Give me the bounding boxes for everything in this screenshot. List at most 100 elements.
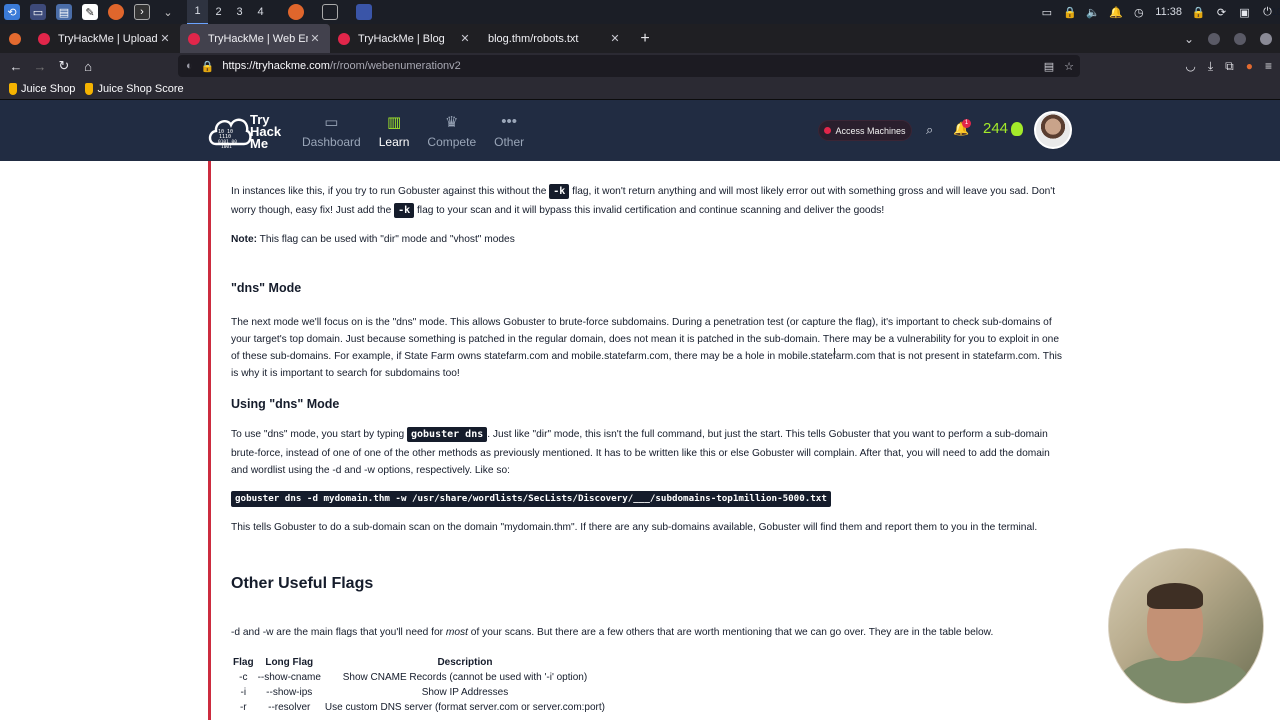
nav-label: Other: [494, 134, 525, 149]
close-icon[interactable]: ✕: [158, 32, 172, 45]
firefox-view-icon[interactable]: [0, 24, 30, 53]
refresh-icon[interactable]: ⟳: [1215, 6, 1228, 19]
folder-icon[interactable]: ▤: [56, 4, 72, 20]
window-controls: ⌄: [1184, 24, 1272, 53]
nav-learn[interactable]: ▥ Learn: [379, 100, 410, 161]
table-row: -r --resolver Use custom DNS server (for…: [239, 702, 605, 713]
close-icon[interactable]: ✕: [458, 32, 472, 45]
dns-paragraph-line-2: your target's top domain. Just because s…: [231, 334, 1059, 345]
url-host: https://tryhackme.com: [222, 60, 330, 72]
new-tab-button[interactable]: +: [630, 24, 660, 53]
tab-web-enumeration[interactable]: TryHackMe | Web Enumeration ✕: [180, 24, 330, 53]
text-editor-icon[interactable]: ✎: [82, 4, 98, 20]
clock-icon: ◷: [1133, 6, 1144, 19]
bookmark-star-icon[interactable]: ☆: [1064, 60, 1074, 73]
notification-badge: 1: [962, 119, 971, 128]
reload-icon[interactable]: ↻: [52, 54, 76, 78]
notifications-button[interactable]: 🔔 1: [953, 119, 971, 137]
tryhackme-badge-icon: ☁: [1238, 678, 1260, 700]
forward-arrow-icon[interactable]: →: [28, 54, 52, 78]
reader-view-icon[interactable]: ▤: [1044, 60, 1054, 73]
url-path: /r/room/webenumerationv2: [329, 60, 461, 72]
desktop-icon[interactable]: ▭: [30, 4, 46, 20]
bookmark-juice-shop-score[interactable]: Juice Shop Score: [85, 83, 184, 95]
flame-icon: [1011, 121, 1024, 136]
table-header: Description: [437, 657, 493, 668]
minimize-button[interactable]: [1208, 32, 1220, 45]
close-window-button[interactable]: [1260, 32, 1272, 45]
nav-dashboard[interactable]: ▭ Dashboard: [302, 100, 361, 161]
taskbar-firefox-icon[interactable]: [288, 4, 304, 20]
svg-text:1001: 1001: [221, 144, 232, 150]
taskbar-app-icon[interactable]: [356, 4, 372, 20]
dns-mode-heading: "dns" Mode: [231, 281, 302, 295]
search-icon[interactable]: ⌕: [926, 122, 933, 138]
clock-time: 11:38: [1155, 6, 1182, 18]
dashboard-icon: ▭: [324, 113, 339, 131]
cloud-logo-icon: 10 10 1110 0101 00 1001: [208, 118, 252, 150]
inline-code-k: -k: [549, 184, 570, 199]
streak-counter[interactable]: 244: [983, 120, 1024, 137]
more-icon: •••: [501, 112, 518, 130]
juice-icon: [85, 83, 94, 95]
os-tray: ▭ 🔒 10.9.3.30 🔈 🔔 ◷ 11:38 🔒 ⟳ ▣ ⏻: [1040, 0, 1280, 24]
chevron-down-icon[interactable]: ⌄: [160, 4, 176, 20]
using-paragraph-line-2: brute-force, instead of one of one of th…: [231, 448, 1050, 459]
avatar[interactable]: [1034, 111, 1072, 149]
workspace-4[interactable]: 4: [250, 0, 271, 24]
close-icon[interactable]: ✕: [608, 32, 622, 45]
tab-upload-vulnerabilities[interactable]: TryHackMe | Upload Vulnerabi ✕: [30, 24, 180, 53]
nav-label: Learn: [378, 134, 410, 149]
table-header-row: Flag Long Flag Description: [231, 655, 607, 670]
tab-title: TryHackMe | Web Enumeration: [208, 32, 308, 45]
nav-other[interactable]: ••• Other: [494, 100, 524, 161]
inline-code-gobuster-dns: gobuster dns: [406, 427, 488, 442]
terminal-icon[interactable]: ›: [134, 4, 150, 20]
nav-compete[interactable]: ♛ Compete: [427, 100, 476, 161]
downloads-icon[interactable]: ⤓: [1208, 59, 1213, 74]
dns-paragraph-line-1: The next mode we'll focus on is the "dns…: [231, 317, 1052, 328]
profile-icon[interactable]: ●: [1246, 59, 1253, 73]
table-header: Long Flag: [265, 657, 314, 668]
access-machines-button[interactable]: Access Machines: [818, 120, 912, 141]
lock-screen-icon[interactable]: 🔒: [1192, 6, 1206, 19]
hamburger-menu-icon[interactable]: ≡: [1265, 59, 1272, 73]
bookmark-juice-shop[interactable]: Juice Shop: [9, 83, 75, 95]
taskbar-terminal-icon[interactable]: [322, 4, 338, 20]
status-dot: [824, 127, 832, 134]
home-icon[interactable]: ⌂: [76, 54, 100, 78]
dns-paragraph-line-4: is why it is important to search for sub…: [231, 368, 460, 379]
tab-blog[interactable]: TryHackMe | Blog ✕: [330, 24, 480, 53]
juice-icon: [9, 83, 17, 95]
command-block: gobuster dns -d mydomain.thm -w /usr/sha…: [231, 491, 831, 507]
tells-paragraph: This tells Gobuster to do a sub-domain s…: [231, 522, 1038, 533]
volume-icon[interactable]: 🔈: [1086, 6, 1100, 19]
workspace-1[interactable]: 1: [187, 0, 208, 25]
workspace-switcher: 1 2 3 4: [187, 0, 271, 25]
tab-robots-txt[interactable]: blog.thm/robots.txt ✕: [480, 24, 630, 53]
close-icon[interactable]: ✕: [308, 32, 322, 45]
workspace-3[interactable]: 3: [229, 0, 250, 24]
pocket-icon[interactable]: ◡: [1185, 59, 1195, 73]
workspace-2[interactable]: 2: [208, 0, 229, 24]
firefox-icon[interactable]: [108, 4, 124, 20]
tracking-shield-icon[interactable]: ◐: [186, 60, 193, 72]
padlock-icon[interactable]: 🔒: [201, 60, 215, 73]
back-arrow-icon[interactable]: ←: [4, 54, 28, 78]
notification-bell-icon[interactable]: 🔔: [1109, 6, 1123, 19]
screen-icon[interactable]: ▭: [1040, 6, 1053, 19]
table-row: -c --show-cname Show CNAME Records (cann…: [239, 672, 588, 683]
trophy-icon: ♛: [445, 113, 459, 131]
extensions-icon[interactable]: ⧉: [1225, 59, 1234, 74]
url-bar[interactable]: ◐ 🔒 https://tryhackme.com /r/room/webenu…: [178, 55, 1080, 77]
tryhackme-favicon-icon: [188, 32, 200, 45]
maximize-button[interactable]: [1234, 32, 1246, 45]
kali-menu-icon[interactable]: ⟲: [4, 4, 20, 20]
terminal-tray-icon[interactable]: ▣: [1238, 6, 1251, 19]
tryhackme-logo[interactable]: 10 10 1110 0101 00 1001 Try Hack Me: [206, 108, 286, 154]
list-all-tabs-icon[interactable]: ⌄: [1184, 32, 1194, 46]
using-paragraph-line-1: To use "dns" mode, you start by typing g…: [231, 427, 1048, 442]
access-machines-label: Access Machines: [835, 125, 906, 136]
tab-title: TryHackMe | Upload Vulnerabi: [58, 32, 158, 45]
streak-count: 244: [983, 120, 1009, 137]
